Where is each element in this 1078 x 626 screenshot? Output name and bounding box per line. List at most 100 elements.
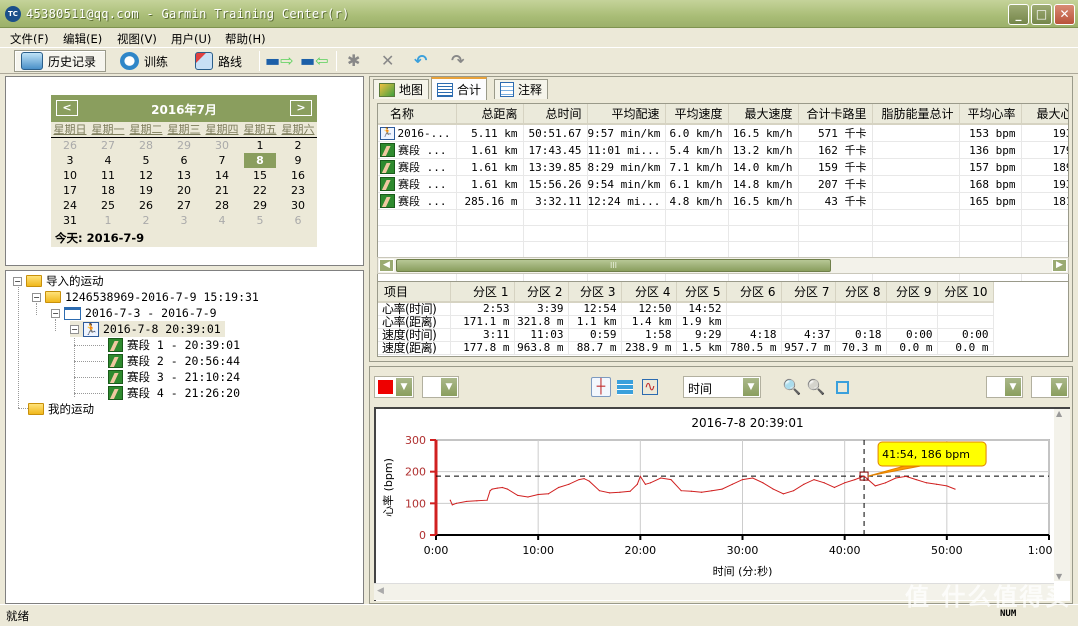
- calendar-day[interactable]: 7: [203, 153, 241, 168]
- fit-to-view-button[interactable]: [832, 377, 852, 397]
- column-header[interactable]: 分区 8: [835, 282, 887, 303]
- calendar-day[interactable]: 4: [89, 153, 127, 168]
- today-label[interactable]: 今天: 2016-7-9: [51, 228, 317, 248]
- table-row[interactable]: 速度(距离) 177.8 m 963.8 m 88.7 m 238.9 m 1.5 km 7…: [378, 341, 994, 355]
- table-row[interactable]: 赛段 ... 1.61 km 17:43.45 11:01 mi... 5.4 km/h…: [378, 141, 1068, 159]
- column-header[interactable]: 平均配速: [587, 104, 666, 125]
- scroll-left-button[interactable]: ◀: [377, 586, 384, 596]
- calendar-day[interactable]: 26: [127, 198, 165, 213]
- zones-view-button[interactable]: [615, 377, 635, 397]
- calendar-day[interactable]: 6: [165, 153, 203, 168]
- horizontal-scrollbar[interactable]: ◀ III ▶: [377, 257, 1069, 274]
- delete-icon[interactable]: ✕: [381, 53, 394, 69]
- calendar-day[interactable]: 11: [89, 168, 127, 183]
- calendar-day[interactable]: 15: [241, 168, 279, 183]
- calendar-day[interactable]: 27: [165, 198, 203, 213]
- history-button[interactable]: 历史记录: [14, 50, 106, 72]
- calendar-day[interactable]: 13: [165, 168, 203, 183]
- table-row[interactable]: 心率(距离) 171.1 m 321.8 m 1.1 km 1.4 km 1.9 km: [378, 315, 994, 329]
- tree-node-lap[interactable]: 赛段 2 - 20:56:44: [74, 353, 240, 369]
- tree-node-week[interactable]: − 2016-7-3 - 2016-7-9: [51, 305, 217, 321]
- table-row[interactable]: 心率(时间) 2:53 3:39 12:54 12:50 14:52: [378, 302, 994, 316]
- column-header[interactable]: 总时间: [523, 104, 588, 125]
- tree-node-imported[interactable]: − 导入的运动: [13, 273, 104, 289]
- column-header[interactable]: 分区 5: [676, 282, 727, 303]
- calendar-day[interactable]: 9: [279, 153, 317, 168]
- zoom-in-icon[interactable]: 🔍: [782, 377, 802, 397]
- scrollbar-thumb[interactable]: III: [396, 259, 831, 272]
- tree-node-mine[interactable]: 我的运动: [28, 401, 94, 417]
- calendar-day[interactable]: 14: [203, 168, 241, 183]
- calendar-day[interactable]: 22: [241, 183, 279, 198]
- calendar-day[interactable]: 26: [51, 138, 89, 153]
- calendar-day[interactable]: 23: [279, 183, 317, 198]
- column-header[interactable]: 分区 10: [937, 282, 994, 303]
- right-axis-select-2[interactable]: ▼: [1031, 376, 1069, 398]
- calendar-day[interactable]: 1: [89, 213, 127, 228]
- collapse-icon[interactable]: −: [51, 308, 60, 318]
- calendar-day[interactable]: 3: [51, 153, 89, 168]
- calendar-day[interactable]: 18: [89, 183, 127, 198]
- tree-node-lap[interactable]: 赛段 1 - 20:39:01: [74, 337, 240, 353]
- collapse-icon[interactable]: −: [70, 324, 79, 334]
- calendar-day[interactable]: 2: [127, 213, 165, 228]
- secondary-series-select[interactable]: ▼: [422, 376, 459, 398]
- maximize-button[interactable]: □: [1031, 4, 1052, 25]
- crosshair-button[interactable]: ┼: [591, 377, 611, 397]
- line-color-select[interactable]: ▼: [374, 376, 414, 398]
- redo-icon[interactable]: ↷: [451, 53, 464, 69]
- menu-file[interactable]: 文件(F): [10, 31, 49, 47]
- tab-summary[interactable]: 合计: [431, 77, 488, 100]
- calendar-day[interactable]: 19: [127, 183, 165, 198]
- calendar-day[interactable]: 20: [165, 183, 203, 198]
- table-row[interactable]: 速度(时间) 3:11 11:03 0:59 1:58 9:29 4:18 4:37 0:18 0…: [378, 328, 994, 342]
- calendar-day[interactable]: 6: [279, 213, 317, 228]
- column-header[interactable]: 合计卡路里: [798, 104, 873, 125]
- column-header[interactable]: 分区 6: [726, 282, 782, 303]
- tree-node-activity[interactable]: − 🏃 2016-7-8 20:39:01: [70, 321, 225, 337]
- calendar-day[interactable]: 10: [51, 168, 89, 183]
- calendar-day[interactable]: 27: [89, 138, 127, 153]
- menu-help[interactable]: 帮助(H): [225, 31, 266, 47]
- calendar-day[interactable]: 3: [165, 213, 203, 228]
- merge-icon[interactable]: ✱: [347, 53, 360, 69]
- menu-user[interactable]: 用户(U): [171, 31, 211, 47]
- scroll-right-button[interactable]: ▶: [1052, 259, 1067, 272]
- column-header[interactable]: 脂肪能量总计: [872, 104, 960, 125]
- training-button[interactable]: 训练: [113, 50, 181, 72]
- table-row[interactable]: 🏃 2016-... 5.11 km 50:51.67 9:57 min/km 6.0 k…: [378, 124, 1068, 142]
- calendar-day-selected[interactable]: 8: [244, 153, 276, 168]
- zoom-out-icon[interactable]: 🔍: [806, 377, 826, 397]
- calendar-day[interactable]: 24: [51, 198, 89, 213]
- column-header[interactable]: 分区 3: [568, 282, 622, 303]
- chart-area[interactable]: 2016-7-8 20:39:01 0:00 10:00 20:00 30:00 40:0…: [374, 407, 1070, 601]
- receive-from-device-icon[interactable]: ▬⇦: [300, 53, 329, 69]
- column-header[interactable]: 分区 2: [514, 282, 569, 303]
- table-row[interactable]: 赛段 ... 1.61 km 13:39.85 8:29 min/km 7.1 km/h…: [378, 158, 1068, 176]
- send-to-device-icon[interactable]: ▬⇨: [265, 53, 294, 69]
- column-header[interactable]: 名称: [378, 104, 457, 125]
- calendar-day[interactable]: 29: [241, 198, 279, 213]
- menu-view[interactable]: 视图(V): [117, 31, 157, 47]
- calendar-day[interactable]: 1: [241, 138, 279, 153]
- calendar-day[interactable]: 5: [127, 153, 165, 168]
- calendar-day[interactable]: 30: [203, 138, 241, 153]
- heart-rate-chart[interactable]: 2016-7-8 20:39:01 0:00 10:00 20:00 30:00 40:0…: [376, 409, 1070, 581]
- column-header[interactable]: 分区 9: [886, 282, 938, 303]
- collapse-icon[interactable]: −: [13, 276, 22, 286]
- table-row[interactable]: 赛段 ... 1.61 km 15:56.26 9:54 min/km 6.1 km/h…: [378, 175, 1068, 193]
- vertical-scrollbar[interactable]: ▲ ▼: [1054, 409, 1070, 581]
- column-header[interactable]: 平均速度: [665, 104, 729, 125]
- collapse-icon[interactable]: −: [32, 292, 41, 302]
- calendar-day[interactable]: 29: [165, 138, 203, 153]
- line-view-button[interactable]: ∿: [640, 377, 660, 397]
- calendar-day[interactable]: 31: [51, 213, 89, 228]
- calendar-day[interactable]: 28: [203, 198, 241, 213]
- calendar-day[interactable]: 5: [241, 213, 279, 228]
- tab-notes[interactable]: 注释: [494, 79, 549, 99]
- column-header[interactable]: 平均心率: [959, 104, 1022, 125]
- calendar-day[interactable]: 30: [279, 198, 317, 213]
- next-month-button[interactable]: >: [290, 100, 312, 116]
- x-axis-select[interactable]: 时间 ▼: [683, 376, 761, 398]
- tree-node-lap[interactable]: 赛段 4 - 21:26:20: [74, 385, 240, 401]
